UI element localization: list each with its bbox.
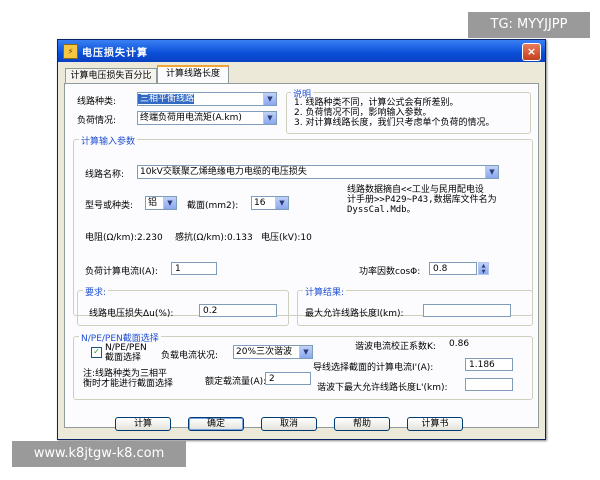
load-current-status-value: 20%三次谐波 <box>236 347 293 357</box>
chevron-down-icon[interactable]: ▼ <box>263 93 276 105</box>
help-button[interactable]: 帮助 <box>334 417 390 431</box>
harmonic-factor-label: 谐波电流校正系数K: <box>355 342 436 352</box>
npe-note-line-2: 衡时才能进行截面选择 <box>83 379 174 389</box>
max-length-output[interactable] <box>423 304 511 317</box>
line-type-label: 线路种类: <box>77 97 117 107</box>
data-source-line-2: 计手册>>P429~P43,数据库文件名为 <box>347 195 497 205</box>
power-factor-input[interactable]: 0.8 <box>429 262 477 275</box>
load-type-label: 负荷情况: <box>77 116 117 126</box>
design-current-output[interactable]: 1.186 <box>465 358 513 371</box>
voltage-text: 电压(kV):10 <box>261 233 312 243</box>
input-params-title: 计算输入参数 <box>79 134 138 147</box>
data-source-line-3: DyssCal.Mdb。 <box>347 205 416 215</box>
power-factor-label: 功率因数cosΦ: <box>359 267 421 277</box>
load-type-select[interactable]: 终端负荷用电流矩(A.km) ▼ <box>137 111 277 125</box>
load-current-label: 负荷计算电流I(A): <box>85 267 158 277</box>
load-type-value: 终端负荷用电流矩(A.km) <box>140 113 242 123</box>
close-button[interactable]: × <box>522 43 541 61</box>
model-label: 型号或种类: <box>85 201 134 211</box>
rated-current-label: 额定载流量(A): <box>205 377 267 387</box>
line-type-select[interactable]: 三相平衡线路 ▼ <box>137 92 277 106</box>
dialog-window: ⚡ 电压损失计算 × 计算电压损失百分比 计算线路长度 线路种类: 三相平衡线路… <box>57 39 546 440</box>
section-label: 截面(mm2): <box>187 201 239 211</box>
max-length-label: 最大允许线路长度l(km): <box>305 309 404 319</box>
section-select[interactable]: 16 ▼ <box>251 196 289 210</box>
ok-button[interactable]: 确定 <box>188 417 244 431</box>
cancel-button[interactable]: 取消 <box>261 417 317 431</box>
rated-current-input[interactable]: 2 <box>265 372 311 385</box>
app-icon: ⚡ <box>63 44 78 59</box>
window-title: 电压损失计算 <box>82 48 148 59</box>
section-value: 16 <box>254 198 266 208</box>
note-line-2: 2. 负荷情况不同，影响输入参数。 <box>294 108 432 118</box>
harmonic-max-length-label: 谐波下最大允许线路长度L'(km): <box>317 383 448 393</box>
watermark-top: TG: MYYJJPP <box>468 12 590 38</box>
line-name-select[interactable]: 10kV交联聚乙烯绝缘电力电缆的电压损失 ▼ <box>137 165 499 179</box>
data-source-line-1: 线路数据摘自<<工业与民用配电设 <box>347 185 484 195</box>
calculate-button[interactable]: 计算 <box>115 417 171 431</box>
note-line-1: 1. 线路种类不同，计算公式会有所差别。 <box>294 98 459 108</box>
chevron-down-icon[interactable]: ▼ <box>263 112 276 124</box>
npe-checkbox-label-1: N/PE/PEN <box>105 343 147 353</box>
voltage-loss-input[interactable]: 0.2 <box>199 304 277 317</box>
power-factor-spinner[interactable]: ▲ ▼ <box>478 262 489 275</box>
title-bar: ⚡ 电压损失计算 × <box>58 40 545 62</box>
line-type-value: 三相平衡线路 <box>138 94 195 104</box>
harmonic-factor-value: 0.86 <box>449 339 470 349</box>
result-title: 计算结果: <box>303 285 347 298</box>
npe-note-line-1: 注:线路种类为三相平 <box>83 369 168 379</box>
harmonic-max-length-output[interactable] <box>465 378 513 391</box>
line-name-value: 10kV交联聚乙烯绝缘电力电缆的电压损失 <box>140 167 307 177</box>
tab-line-length[interactable]: 计算线路长度 <box>157 65 229 85</box>
chevron-down-icon[interactable]: ▼ <box>275 197 288 209</box>
npe-checkbox-label-2: 截面选择 <box>105 353 142 363</box>
reactance-text: 感抗(Ω/km):0.133 <box>175 233 253 243</box>
design-current-label: 导线选择截面的计算电流I'(A): <box>313 363 434 373</box>
model-select[interactable]: 铝 ▼ <box>145 196 177 210</box>
line-name-label: 线路名称: <box>85 170 125 180</box>
note-line-3: 3. 对计算线路长度，我们只考虑单个负荷的情况。 <box>294 118 495 128</box>
requirement-title: 要求: <box>83 285 109 298</box>
npe-section-checkbox[interactable]: ✓ <box>91 347 102 358</box>
chevron-down-icon[interactable]: ▼ <box>299 346 312 358</box>
load-current-input[interactable]: 1 <box>171 262 217 275</box>
load-current-status-select[interactable]: 20%三次谐波 ▼ <box>233 345 313 359</box>
chevron-down-icon[interactable]: ▼ <box>485 166 498 178</box>
chevron-down-icon[interactable]: ▼ <box>163 197 176 209</box>
load-current-status-label: 负载电流状况: <box>161 351 219 361</box>
resistance-text: 电阻(Ω/km):2.230 <box>85 233 163 243</box>
voltage-loss-label: 线路电压损失Δu(%): <box>89 309 174 319</box>
watermark-bottom: www.k8jtgw-k8.com <box>12 441 186 467</box>
model-value: 铝 <box>148 198 158 208</box>
tab-panel: 线路种类: 三相平衡线路 ▼ 负荷情况: 终端负荷用电流矩(A.km) ▼ 说明… <box>64 83 539 428</box>
report-button[interactable]: 计算书 <box>407 417 463 431</box>
